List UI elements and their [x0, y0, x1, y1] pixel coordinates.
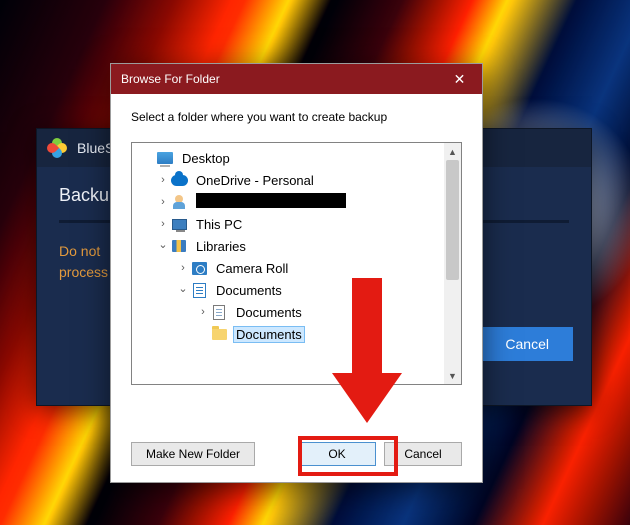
chevron-down-icon[interactable]	[156, 240, 170, 253]
chevron-right-icon[interactable]	[196, 306, 210, 318]
bluestacks-cancel-button[interactable]: Cancel	[481, 327, 573, 361]
scroll-up-icon[interactable]: ▲	[444, 143, 461, 160]
chevron-right-icon[interactable]	[156, 218, 170, 230]
browse-folder-dialog: Browse For Folder ✕ Select a folder wher…	[110, 63, 483, 483]
desktop-icon	[156, 150, 174, 166]
tree-item-user[interactable]	[132, 191, 444, 213]
pc-icon	[170, 216, 188, 232]
chevron-right-icon[interactable]	[176, 262, 190, 274]
vertical-scrollbar[interactable]: ▲ ▼	[444, 143, 461, 384]
tree-item-libraries[interactable]: Libraries	[132, 235, 444, 257]
documents-library-icon	[190, 282, 208, 298]
folder-icon	[210, 326, 228, 342]
ok-button[interactable]: OK	[298, 442, 376, 466]
libraries-icon	[170, 238, 188, 254]
tree-label: Libraries	[196, 239, 246, 254]
camera-icon	[190, 260, 208, 276]
document-icon	[210, 304, 228, 320]
scroll-down-icon[interactable]: ▼	[444, 367, 461, 384]
user-icon	[170, 194, 188, 210]
make-new-folder-button[interactable]: Make New Folder	[131, 442, 255, 466]
bluestacks-logo-icon	[47, 138, 67, 158]
tree-item-documents-folder[interactable]: Documents	[132, 323, 444, 345]
folder-tree[interactable]: Desktop OneDrive - Personal This PC Lib	[131, 142, 462, 385]
cloud-icon	[170, 172, 188, 188]
tree-item-this-pc[interactable]: This PC	[132, 213, 444, 235]
tree-label: Documents	[216, 283, 282, 298]
dialog-button-row: Make New Folder OK Cancel	[111, 430, 482, 482]
close-button[interactable]: ✕	[437, 64, 482, 94]
tree-item-camera-roll[interactable]: Camera Roll	[132, 257, 444, 279]
chevron-right-icon[interactable]	[156, 196, 170, 208]
chevron-down-icon[interactable]	[176, 284, 190, 297]
tree-label: This PC	[196, 217, 242, 232]
close-icon: ✕	[454, 71, 466, 88]
tree-item-desktop[interactable]: Desktop	[132, 147, 444, 169]
tree-label: Desktop	[182, 151, 230, 166]
cancel-button[interactable]: Cancel	[384, 442, 462, 466]
tree-label: Documents	[236, 327, 302, 342]
dialog-titlebar[interactable]: Browse For Folder ✕	[111, 64, 482, 94]
tree-label: Documents	[236, 305, 302, 320]
dialog-title: Browse For Folder	[121, 72, 220, 86]
redacted-username	[196, 193, 346, 208]
scrollbar-thumb[interactable]	[446, 160, 459, 280]
tree-label: OneDrive - Personal	[196, 173, 314, 188]
tree-label: Camera Roll	[216, 261, 288, 276]
chevron-right-icon[interactable]	[156, 174, 170, 186]
tree-item-documents-lib[interactable]: Documents	[132, 279, 444, 301]
tree-item-documents-sub1[interactable]: Documents	[132, 301, 444, 323]
scrollbar-track[interactable]	[444, 160, 461, 367]
dialog-instruction: Select a folder where you want to create…	[111, 94, 482, 124]
tree-item-onedrive[interactable]: OneDrive - Personal	[132, 169, 444, 191]
